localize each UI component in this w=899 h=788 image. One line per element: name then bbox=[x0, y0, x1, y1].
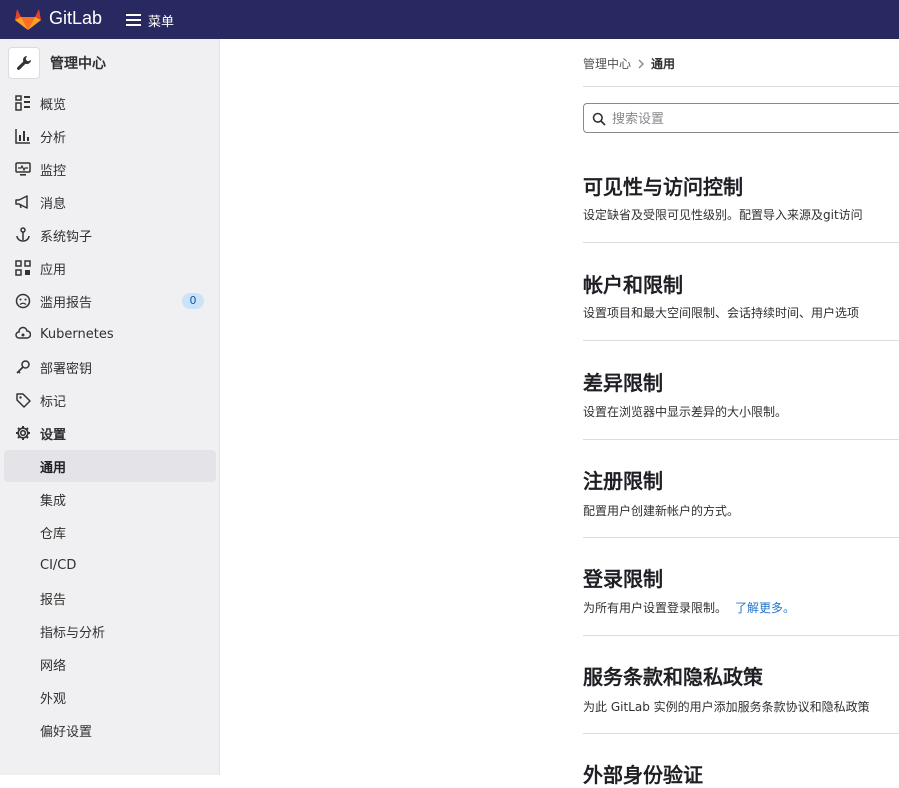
divider bbox=[583, 86, 899, 87]
sidebar-item-abuse-reports[interactable]: 滥用报告 0 bbox=[4, 285, 216, 317]
count-badge: 0 bbox=[182, 293, 204, 309]
breadcrumb-parent-link[interactable]: 管理中心 bbox=[583, 55, 631, 72]
sidebar-item-label: 应用 bbox=[40, 262, 67, 278]
gitlab-logo-icon[interactable] bbox=[14, 7, 42, 31]
section-title-terms-privacy: 服务条款和隐私政策 bbox=[583, 665, 763, 689]
sidebar-subitem-integrations[interactable]: 集成 bbox=[4, 483, 216, 515]
section-title-account-limits: 帐户和限制 bbox=[583, 273, 683, 297]
bullhorn-icon bbox=[15, 195, 28, 209]
sidebar-subitem-label: 仓库 bbox=[40, 526, 67, 542]
sidebar-subitem-label: CI/CD bbox=[40, 557, 77, 573]
sidebar-item-messages[interactable]: 消息 bbox=[4, 186, 216, 218]
sidebar-subitem-label: 偏好设置 bbox=[40, 724, 93, 740]
divider bbox=[583, 635, 899, 636]
sidebar-item-analytics[interactable]: 分析 bbox=[4, 120, 216, 152]
sidebar-item-label: 设置 bbox=[40, 427, 67, 443]
sidebar: 管理中心 概览 分析 监控 消息 系统钩子 应用 滥用报告 0 Kubernet… bbox=[0, 39, 220, 775]
sidebar-subitem-preferences[interactable]: 偏好设置 bbox=[4, 714, 216, 746]
wrench-icon bbox=[8, 47, 40, 79]
sidebar-item-settings[interactable]: 设置 bbox=[4, 417, 216, 449]
sidebar-item-label: 滥用报告 bbox=[40, 295, 93, 311]
sidebar-item-label: 标记 bbox=[40, 394, 67, 410]
section-desc-signup-restrictions: 配置用户创建新帐户的方式。 bbox=[583, 504, 740, 518]
divider bbox=[583, 439, 899, 440]
sidebar-context-title: 管理中心 bbox=[50, 56, 106, 72]
sidebar-item-kubernetes[interactable]: Kubernetes bbox=[4, 318, 216, 350]
section-title-external-auth: 外部身份验证 bbox=[583, 763, 703, 787]
sidebar-subitem-network[interactable]: 网络 bbox=[4, 648, 216, 680]
sidebar-subitem-label: 报告 bbox=[40, 592, 67, 608]
sidebar-item-label: Kubernetes bbox=[40, 326, 114, 342]
monitor-icon bbox=[15, 162, 31, 176]
sidebar-item-label: 分析 bbox=[40, 130, 67, 146]
learn-more-link[interactable]: 了解更多。 bbox=[735, 601, 795, 615]
divider bbox=[583, 537, 899, 538]
section-title-diff-limits: 差异限制 bbox=[583, 371, 663, 395]
sidebar-subitem-reporting[interactable]: 报告 bbox=[4, 582, 216, 614]
gear-icon bbox=[16, 426, 30, 440]
hook-icon bbox=[16, 227, 30, 242]
divider bbox=[583, 340, 899, 341]
sidebar-item-applications[interactable]: 应用 bbox=[4, 252, 216, 284]
divider bbox=[583, 242, 899, 243]
sidebar-subitem-appearance[interactable]: 外观 bbox=[4, 681, 216, 713]
divider bbox=[583, 733, 899, 734]
cloud-gear-icon bbox=[15, 326, 31, 339]
sidebar-context-header[interactable]: 管理中心 bbox=[8, 47, 106, 79]
section-title-visibility: 可见性与访问控制 bbox=[583, 175, 743, 199]
chevron-right-icon bbox=[638, 59, 645, 68]
sidebar-subitem-label: 网络 bbox=[40, 658, 67, 674]
overview-grid-icon bbox=[15, 95, 30, 111]
sidebar-item-monitoring[interactable]: 监控 bbox=[4, 153, 216, 185]
section-title-signup-restrictions: 注册限制 bbox=[583, 469, 663, 493]
brand-name[interactable]: GitLab bbox=[49, 8, 102, 29]
section-desc-account-limits: 设置项目和最大空间限制、会话持续时间、用户选项 bbox=[583, 306, 860, 320]
applications-icon bbox=[15, 260, 31, 276]
sidebar-subitem-metrics[interactable]: 指标与分析 bbox=[4, 615, 216, 647]
sidebar-subitem-label: 集成 bbox=[40, 493, 67, 509]
chart-icon bbox=[15, 129, 30, 144]
key-icon bbox=[16, 360, 30, 374]
sidebar-item-system-hooks[interactable]: 系统钩子 bbox=[4, 219, 216, 251]
sidebar-subitem-label: 外观 bbox=[40, 691, 67, 707]
sidebar-subitem-general[interactable]: 通用 bbox=[4, 450, 216, 482]
sidebar-item-labels[interactable]: 标记 bbox=[4, 384, 216, 416]
menu-button[interactable]: 菜单 bbox=[126, 9, 174, 31]
breadcrumb: 管理中心 通用 bbox=[583, 55, 675, 72]
sidebar-subitem-ci-cd[interactable]: CI/CD bbox=[4, 549, 216, 581]
sad-face-icon bbox=[15, 293, 31, 309]
search-box bbox=[583, 103, 899, 133]
sidebar-subitem-repository[interactable]: 仓库 bbox=[4, 516, 216, 548]
search-icon bbox=[592, 112, 606, 126]
section-desc-visibility: 设定缺省及受限可见性级别。配置导入来源及git访问 bbox=[583, 208, 863, 222]
sidebar-item-label: 系统钩子 bbox=[40, 229, 93, 245]
sidebar-item-label: 监控 bbox=[40, 163, 67, 179]
section-desc-signin-restrictions: 为所有用户设置登录限制。 了解更多。 bbox=[583, 599, 899, 616]
search-input[interactable] bbox=[610, 108, 899, 130]
section-desc-terms-privacy: 为此 GitLab 实例的用户添加服务条款协议和隐私政策 bbox=[583, 700, 870, 714]
sidebar-subitem-label: 通用 bbox=[40, 460, 67, 476]
breadcrumb-current: 通用 bbox=[651, 57, 676, 71]
sidebar-subitem-label: 指标与分析 bbox=[40, 625, 106, 641]
section-title-signin-restrictions: 登录限制 bbox=[583, 567, 663, 591]
menu-label: 菜单 bbox=[148, 14, 175, 30]
sidebar-item-deploy-keys[interactable]: 部署密钥 bbox=[4, 351, 216, 383]
sidebar-item-label: 部署密钥 bbox=[40, 361, 93, 377]
hamburger-icon bbox=[126, 14, 141, 26]
sidebar-item-label: 概览 bbox=[40, 97, 67, 113]
section-desc-text: 为所有用户设置登录限制。 bbox=[583, 601, 728, 615]
sidebar-item-label: 消息 bbox=[40, 196, 67, 212]
sidebar-item-overview[interactable]: 概览 bbox=[4, 87, 216, 119]
label-tag-icon bbox=[16, 393, 31, 408]
section-desc-diff-limits: 设置在浏览器中显示差异的大小限制。 bbox=[583, 405, 788, 419]
top-bar: GitLab 菜单 bbox=[0, 0, 899, 39]
